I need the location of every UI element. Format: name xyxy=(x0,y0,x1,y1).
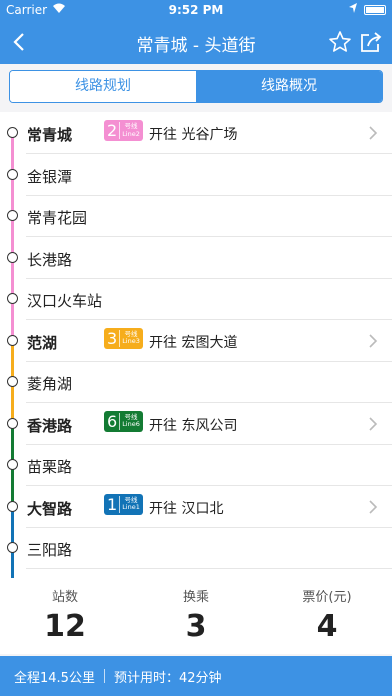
stat-value: 4 xyxy=(316,609,338,644)
direction-text: 开往 汉口北 xyxy=(149,500,224,517)
chevron-right-icon[interactable] xyxy=(368,125,378,141)
favorite-star-icon[interactable] xyxy=(328,30,352,54)
station-name: 菱角湖 xyxy=(27,375,73,393)
line-label-en: Line3 xyxy=(122,337,140,345)
line-badge: 6 号线 Line6 xyxy=(104,410,143,432)
trip-summary: 站数 12 换乘 3 票价(元) 4 xyxy=(0,578,392,654)
station-row: 金银潭 xyxy=(0,154,392,196)
station-dot-icon xyxy=(7,168,18,180)
station-name: 苗栗路 xyxy=(27,458,73,476)
station-row: 苗栗路 xyxy=(0,444,392,486)
row-divider xyxy=(26,568,392,569)
status-time: 9:52 PM xyxy=(168,3,224,17)
station-dot-icon xyxy=(7,293,18,304)
line-number: 6 xyxy=(107,412,121,430)
line-number: 1 xyxy=(107,495,121,513)
line-label: 号线 Line3 xyxy=(120,330,140,346)
line-badge: 2 号线 Line2 xyxy=(104,120,143,141)
line-label-en: Line6 xyxy=(122,420,140,428)
share-icon[interactable] xyxy=(358,29,384,55)
line-label: 号线 Line6 xyxy=(120,413,140,429)
station-dot-icon xyxy=(7,210,18,221)
station-dot-icon xyxy=(7,376,18,387)
line-number: 2 xyxy=(107,122,121,139)
total-distance: 全程14.5公里 xyxy=(14,670,95,686)
station-dot-icon xyxy=(7,500,18,512)
transfer-station-row[interactable]: 香港路 6 号线 Line6 开往 东风公司 xyxy=(0,403,392,445)
direction-text: 开往 光谷广场 xyxy=(149,127,238,143)
chevron-right-icon[interactable] xyxy=(368,499,378,515)
location-arrow-icon xyxy=(348,2,358,17)
station-row: 汉口火车站 xyxy=(0,278,392,320)
navigation-bar: 常青城 - 头道街 xyxy=(0,20,392,64)
station-name: 常青花园 xyxy=(27,209,88,227)
station-dot-icon xyxy=(7,334,18,346)
station-dot-icon xyxy=(7,417,18,429)
station-name: 大智路 xyxy=(27,499,73,518)
station-name: 范湖 xyxy=(27,333,58,352)
station-row: 菱角湖 xyxy=(0,361,392,403)
station-name: 香港路 xyxy=(27,416,73,435)
station-name: 三阳路 xyxy=(27,541,73,559)
station-name: 金银潭 xyxy=(27,167,73,186)
line-badge: 3 号线 Line3 xyxy=(104,327,143,349)
station-dot-icon xyxy=(7,127,18,138)
chevron-right-icon[interactable] xyxy=(368,333,378,349)
tab-route-overview[interactable]: 线路概况 xyxy=(196,71,382,102)
station-row: 长港路 xyxy=(0,237,392,279)
footer-divider xyxy=(103,669,105,683)
transfer-station-row[interactable]: 范湖 3 号线 Line3 开往 宏图大道 xyxy=(0,320,392,362)
tab-bar: 线路规划 线路概况 xyxy=(0,64,392,112)
station-row: 常青花园 xyxy=(0,195,392,237)
line-badge: 1 号线 Line1 xyxy=(104,493,143,515)
stat-label: 换乘 xyxy=(182,590,209,605)
page-title: 常青城 - 头道街 xyxy=(136,36,256,56)
line-label: 号线 Line1 xyxy=(120,496,140,512)
station-name: 常青城 xyxy=(27,126,73,144)
estimated-time: 预计用时：42分钟 xyxy=(113,670,222,686)
station-list: 常青城 2 号线 Line2 开往 光谷广场 金银潭 常青花园 长港路 汉口火车站 范湖 3 号线 Li… xyxy=(0,112,392,578)
segmented-control: 线路规划 线路概况 xyxy=(9,70,383,103)
stat-fare: 票价(元) 4 xyxy=(262,586,392,644)
stat-stations: 站数 12 xyxy=(0,586,130,644)
stat-value: 12 xyxy=(44,609,86,644)
trip-footer: 全程14.5公里 预计用时：42分钟 xyxy=(0,656,392,696)
station-row: 三阳路 xyxy=(0,527,392,569)
chevron-right-icon[interactable] xyxy=(368,416,378,432)
stat-label: 站数 xyxy=(51,590,78,605)
transfer-station-row[interactable]: 大智路 1 号线 Line1 开往 汉口北 xyxy=(0,486,392,528)
stat-value: 3 xyxy=(185,609,207,644)
line-number: 3 xyxy=(107,329,121,347)
station-name: 长港路 xyxy=(27,250,73,269)
station-name: 汉口火车站 xyxy=(27,292,103,310)
back-icon[interactable] xyxy=(6,28,34,56)
stat-label: 票价(元) xyxy=(302,590,352,605)
stat-transfers: 换乘 3 xyxy=(131,586,261,644)
status-bar: Carrier 9:52 PM xyxy=(0,0,392,20)
station-dot-icon xyxy=(7,542,18,553)
station-dot-icon xyxy=(7,459,18,470)
transfer-station-row[interactable]: 常青城 2 号线 Line2 开往 光谷广场 xyxy=(0,112,392,154)
direction-text: 开往 东风公司 xyxy=(149,417,238,434)
battery-icon xyxy=(364,5,386,15)
line-label: 号线 Line2 xyxy=(120,122,140,138)
station-dot-icon xyxy=(7,251,18,263)
direction-text: 开往 宏图大道 xyxy=(149,334,238,351)
line-label-en: Line2 xyxy=(122,129,140,138)
line-label-en: Line1 xyxy=(122,503,140,511)
tab-route-planning[interactable]: 线路规划 xyxy=(10,71,196,102)
